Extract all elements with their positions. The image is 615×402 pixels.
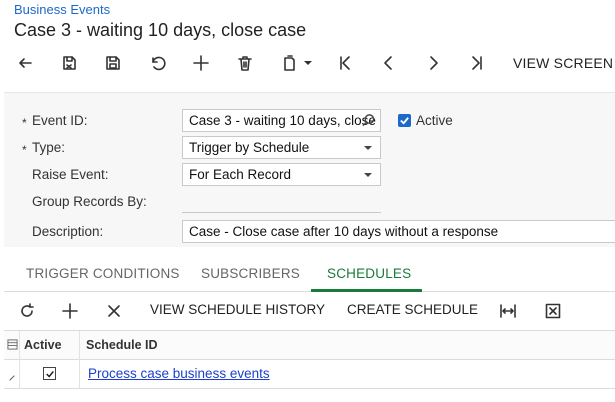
raise-event-select[interactable]: For Each Record bbox=[182, 163, 381, 186]
schedule-id-link[interactable]: Process case business events bbox=[88, 366, 270, 381]
raise-event-value: For Each Record bbox=[189, 167, 292, 182]
event-id-label: Event ID: bbox=[32, 113, 88, 128]
event-id-field[interactable]: Case 3 - waiting 10 days, close case bbox=[182, 109, 381, 132]
tab-schedules[interactable]: SCHEDULES bbox=[327, 266, 411, 281]
refresh-icon[interactable] bbox=[18, 302, 36, 325]
type-select[interactable]: Trigger by Schedule bbox=[182, 136, 381, 159]
save-icon[interactable] bbox=[100, 52, 126, 74]
save-close-icon[interactable] bbox=[56, 52, 82, 74]
chevron-down-icon bbox=[364, 173, 372, 177]
undo-icon[interactable] bbox=[144, 52, 170, 74]
create-schedule-button[interactable]: CREATE SCHEDULE bbox=[347, 302, 478, 317]
chevron-down-icon bbox=[364, 146, 372, 150]
description-field[interactable]: Case - Close case after 10 days without … bbox=[182, 220, 615, 243]
group-records-by-label: Group Records By: bbox=[32, 194, 147, 209]
export-excel-icon[interactable] bbox=[544, 302, 562, 325]
raise-event-label: Raise Event: bbox=[32, 167, 109, 182]
tab-subscribers[interactable]: SUBSCRIBERS bbox=[201, 266, 300, 281]
tab-trigger-conditions[interactable]: TRIGGER CONDITIONS bbox=[26, 266, 180, 281]
back-icon[interactable] bbox=[12, 52, 38, 74]
row-active-checkbox[interactable] bbox=[43, 367, 56, 380]
active-label: Active bbox=[416, 113, 453, 128]
column-header-schedule-id[interactable]: Schedule ID bbox=[86, 338, 158, 352]
type-label: Type: bbox=[32, 140, 66, 155]
view-screen-button[interactable]: VIEW SCREEN bbox=[513, 55, 613, 71]
row-selector-icon[interactable] bbox=[7, 337, 18, 355]
column-header-active[interactable]: Active bbox=[24, 338, 62, 352]
last-icon[interactable] bbox=[464, 52, 490, 74]
type-value: Trigger by Schedule bbox=[189, 140, 310, 155]
group-records-by-field[interactable] bbox=[182, 212, 381, 213]
required-marker: * bbox=[22, 143, 27, 157]
description-value: Case - Close case after 10 days without … bbox=[189, 224, 499, 239]
next-icon[interactable] bbox=[420, 52, 446, 74]
close-icon[interactable] bbox=[105, 302, 123, 325]
active-tab-indicator bbox=[311, 289, 422, 292]
fit-width-icon[interactable] bbox=[499, 302, 517, 325]
description-label: Description: bbox=[32, 224, 104, 239]
event-id-value: Case 3 - waiting 10 days, close case bbox=[189, 113, 380, 128]
previous-icon[interactable] bbox=[376, 52, 402, 74]
search-icon[interactable] bbox=[361, 113, 376, 131]
copy-paste-icon[interactable] bbox=[276, 52, 302, 74]
add-icon[interactable] bbox=[61, 302, 79, 325]
view-schedule-history-button[interactable]: VIEW SCHEDULE HISTORY bbox=[150, 302, 325, 317]
active-checkbox[interactable] bbox=[398, 114, 411, 127]
edit-row-icon bbox=[8, 369, 16, 387]
chevron-down-icon[interactable] bbox=[304, 61, 312, 65]
required-marker: * bbox=[22, 116, 27, 130]
page-title: Case 3 - waiting 10 days, close case bbox=[14, 20, 307, 40]
breadcrumb[interactable]: Business Events bbox=[14, 2, 110, 17]
delete-icon[interactable] bbox=[232, 52, 258, 74]
add-icon[interactable] bbox=[188, 52, 214, 74]
tabs-divider bbox=[4, 291, 615, 292]
first-icon[interactable] bbox=[332, 52, 358, 74]
